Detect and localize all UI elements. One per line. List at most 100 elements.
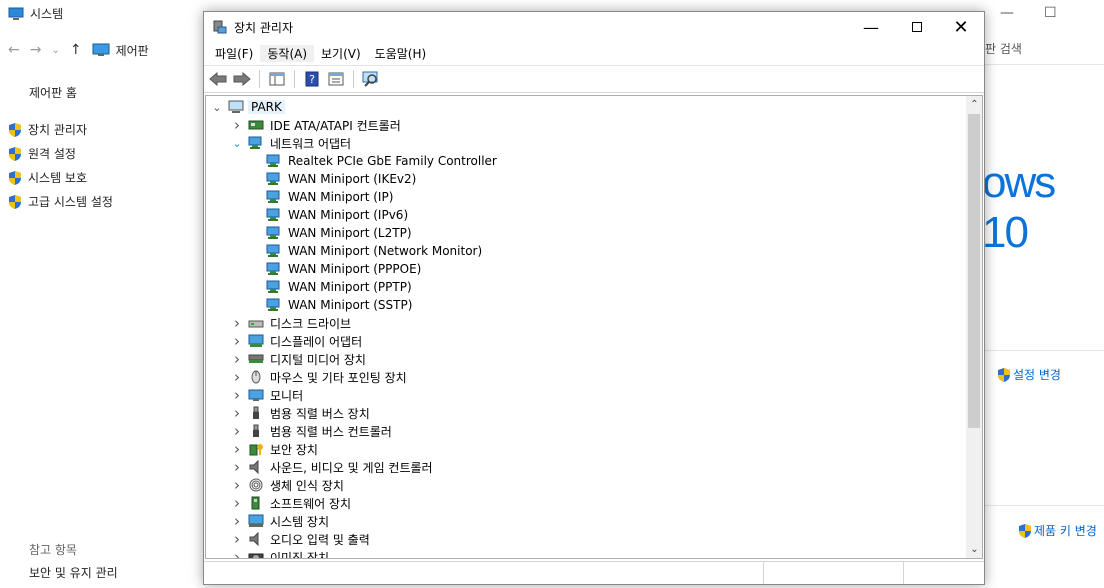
chevron-right-icon[interactable]: ›: [230, 476, 244, 494]
maximize-button[interactable]: [894, 12, 940, 42]
sidebar-item-label: 시스템 보호: [28, 171, 88, 185]
device-manager-window: 장치 관리자 — ✕ 파일(F) 동작(A) 보기(V) 도움말(H) ? ⌄ …: [203, 11, 985, 585]
show-hide-console-tree-button[interactable]: [267, 69, 287, 89]
tree-device[interactable]: WAN Miniport (IKEv2): [248, 170, 416, 188]
minimize-icon: —: [863, 17, 879, 37]
breadcrumb-control-panel[interactable]: 제어판: [116, 42, 149, 59]
change-product-key-link[interactable]: 제품 키 변경: [1018, 522, 1097, 539]
sidebar-item-advanced-settings[interactable]: 고급 시스템 설정: [8, 193, 113, 210]
network-adapter-icon: [266, 172, 280, 185]
svg-text:?: ?: [309, 73, 315, 86]
tree-category[interactable]: › 범용 직렬 버스 컨트롤러: [230, 422, 392, 440]
vertical-scrollbar[interactable]: ⌃ ⌄: [966, 95, 983, 559]
chevron-right-icon[interactable]: ›: [230, 332, 244, 350]
tree-category[interactable]: › 디스크 드라이브: [230, 314, 351, 332]
chevron-right-icon[interactable]: ›: [230, 386, 244, 404]
properties-button[interactable]: [326, 69, 346, 89]
tree-category[interactable]: › 생체 인식 장치: [230, 476, 344, 494]
tree-device[interactable]: Realtek PCIe GbE Family Controller: [248, 152, 497, 170]
scan-hardware-button[interactable]: [361, 69, 381, 89]
status-pane: [904, 562, 984, 584]
forward-arrow-icon[interactable]: →: [30, 42, 42, 58]
chevron-right-icon[interactable]: ›: [230, 512, 244, 530]
tree-category[interactable]: › 디지털 미디어 장치: [230, 350, 366, 368]
tree-category[interactable]: › 디스플레이 어댑터: [230, 332, 362, 350]
tree-category[interactable]: › 이미징 장치: [230, 548, 330, 559]
sidebar-home-link[interactable]: 제어판 홈: [29, 84, 77, 101]
tree-device[interactable]: WAN Miniport (PPPOE): [248, 260, 421, 278]
menu-action[interactable]: 동작(A): [260, 44, 315, 62]
menu-file[interactable]: 파일(F): [208, 45, 260, 62]
shield-icon: [9, 170, 21, 185]
tree-item-label: 네트워크 어댑터: [270, 136, 352, 151]
tree-category[interactable]: › 시스템 장치: [230, 512, 329, 530]
search-input[interactable]: 판 검색: [985, 40, 1104, 60]
chevron-right-icon[interactable]: ›: [230, 440, 244, 458]
tree-category[interactable]: › 보안 장치: [230, 440, 318, 458]
back-button[interactable]: [208, 69, 228, 89]
scroll-thumb[interactable]: [968, 114, 980, 428]
scroll-down-button[interactable]: ⌄: [966, 541, 983, 558]
minimize-button[interactable]: —: [848, 12, 894, 42]
tree-category[interactable]: ⌄ 네트워크 어댑터: [230, 134, 351, 152]
recent-chevron-icon[interactable]: ⌄: [51, 45, 59, 56]
sidebar-item-label: 고급 시스템 설정: [28, 195, 113, 209]
tree-item-label: 사운드, 비디오 및 게임 컨트롤러: [270, 460, 433, 475]
tree-item-label: IDE ATA/ATAPI 컨트롤러: [270, 118, 401, 133]
chevron-right-icon[interactable]: ›: [230, 548, 244, 558]
chevron-right-icon[interactable]: ›: [230, 404, 244, 422]
sidebar-item-device-manager[interactable]: 장치 관리자: [8, 121, 87, 138]
up-arrow-icon[interactable]: ↑: [70, 42, 82, 58]
tree-device[interactable]: WAN Miniport (PPTP): [248, 278, 412, 296]
menu-view[interactable]: 보기(V): [314, 45, 368, 62]
tree-category[interactable]: › 범용 직렬 버스 장치: [230, 404, 370, 422]
tree-category[interactable]: › 모니터: [230, 386, 303, 404]
chevron-right-icon[interactable]: ›: [230, 422, 244, 440]
tree-device[interactable]: WAN Miniport (Network Monitor): [248, 242, 482, 260]
tree-category[interactable]: › IDE ATA/ATAPI 컨트롤러: [230, 116, 401, 134]
scroll-up-button[interactable]: ⌃: [966, 96, 983, 113]
tree-root[interactable]: ⌄ PARK: [210, 98, 285, 116]
close-button[interactable]: ✕: [938, 12, 984, 42]
monitor-icon: [248, 389, 264, 401]
help-button[interactable]: ?: [302, 69, 322, 89]
tree-category[interactable]: › 오디오 입력 및 출력: [230, 530, 370, 548]
tree-item-label: 보안 장치: [270, 442, 318, 457]
chevron-right-icon[interactable]: ›: [230, 314, 244, 332]
chevron-down-icon[interactable]: ⌄: [210, 101, 224, 114]
network-adapter-icon: [266, 298, 280, 311]
sidebar-item-remote-settings[interactable]: 원격 설정: [8, 145, 76, 162]
tree-category[interactable]: › 사운드, 비디오 및 게임 컨트롤러: [230, 458, 433, 476]
tree-device[interactable]: WAN Miniport (L2TP): [248, 224, 412, 242]
chevron-right-icon[interactable]: ›: [230, 116, 244, 134]
display-adapter-icon: [248, 334, 264, 347]
chevron-right-icon[interactable]: ›: [230, 494, 244, 512]
toolbar-separator: [353, 70, 354, 88]
tree-device[interactable]: WAN Miniport (IP): [248, 188, 393, 206]
forward-button[interactable]: [232, 69, 252, 89]
menu-help[interactable]: 도움말(H): [368, 45, 434, 62]
chevron-right-icon[interactable]: ›: [230, 350, 244, 368]
back-arrow-icon[interactable]: ←: [8, 42, 20, 58]
shield-icon: [9, 194, 21, 209]
tree-category[interactable]: › 마우스 및 기타 포인팅 장치: [230, 368, 407, 386]
chevron-right-icon[interactable]: ›: [230, 530, 244, 548]
tree-item-label: WAN Miniport (IKEv2): [288, 172, 417, 186]
sidebar-item-system-protection[interactable]: 시스템 보호: [8, 169, 87, 186]
maximize-icon[interactable]: ☐: [1044, 5, 1057, 21]
chevron-right-icon[interactable]: ›: [230, 368, 244, 386]
tree-item-label: 이미징 장치: [270, 550, 330, 559]
chevron-right-icon[interactable]: ›: [230, 458, 244, 476]
chevron-down-icon[interactable]: ⌄: [230, 137, 244, 150]
tree-device[interactable]: WAN Miniport (SSTP): [248, 296, 412, 314]
tree-item-label: 모니터: [270, 388, 304, 403]
usb-device-icon: [253, 406, 259, 419]
breadcrumb[interactable]: 제어판: [92, 42, 149, 59]
sound-icon: [249, 460, 259, 474]
minimize-icon[interactable]: —: [1000, 5, 1014, 21]
tree-device[interactable]: WAN Miniport (IPv6): [248, 206, 408, 224]
change-settings-link[interactable]: 설정 변경: [997, 366, 1061, 383]
security-maintenance-link[interactable]: 보안 및 유지 관리: [29, 564, 118, 581]
network-adapter-icon: [266, 226, 280, 239]
tree-category[interactable]: › 소프트웨어 장치: [230, 494, 351, 512]
